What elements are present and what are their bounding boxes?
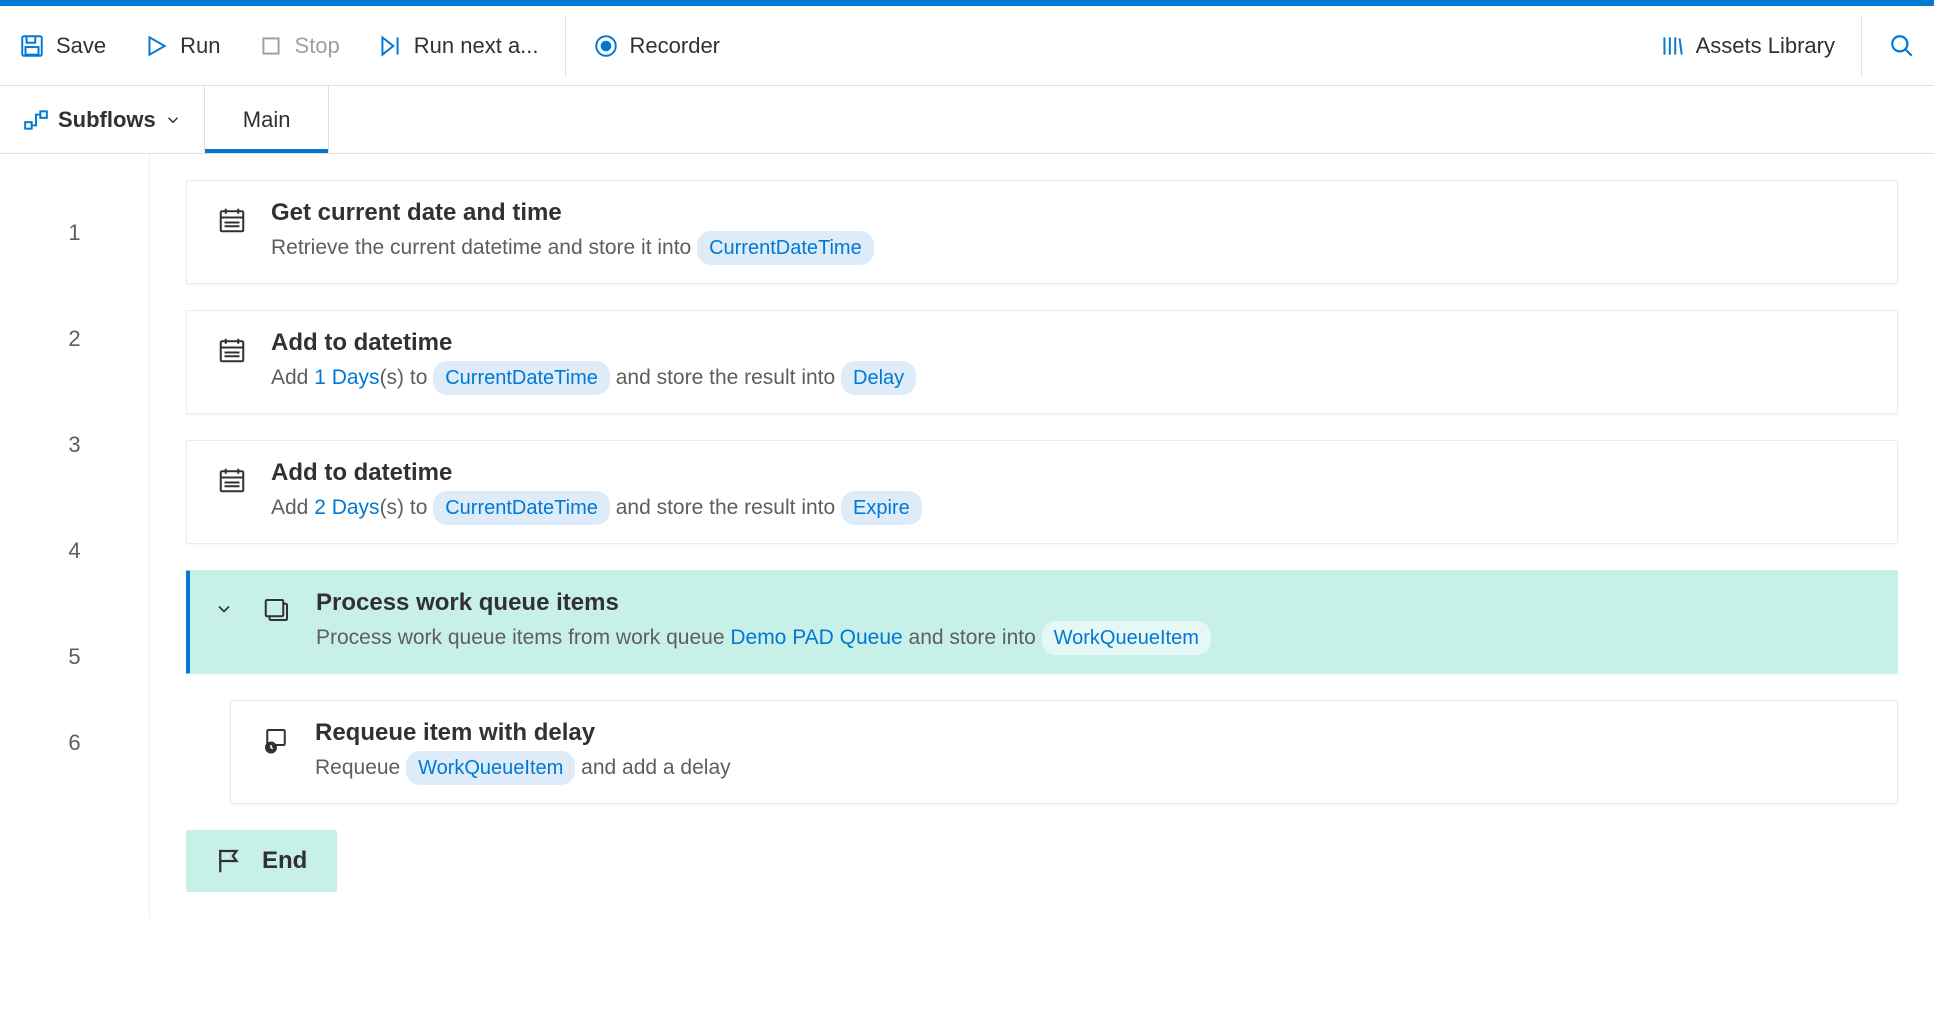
action-step[interactable]: Get current date and time Retrieve the c…: [186, 180, 1898, 284]
line-number: 1: [0, 180, 149, 286]
variable-pill: CurrentDateTime: [697, 231, 874, 265]
step-title: Add to datetime: [271, 329, 1869, 357]
run-button[interactable]: Run: [124, 6, 238, 85]
assets-library-button[interactable]: Assets Library: [1640, 6, 1853, 85]
step-description: Requeue WorkQueueItem and add a delay: [315, 751, 1869, 785]
step-description: Retrieve the current datetime and store …: [271, 231, 1869, 265]
play-icon: [142, 32, 170, 60]
save-button[interactable]: Save: [0, 6, 124, 85]
action-step[interactable]: Add to datetime Add 1 Days(s) to Current…: [186, 310, 1898, 414]
end-block[interactable]: End: [186, 830, 337, 892]
action-step[interactable]: Add to datetime Add 2 Days(s) to Current…: [186, 440, 1898, 544]
step-title: Get current date and time: [271, 199, 1869, 227]
collapse-chevron-icon[interactable]: [214, 599, 234, 619]
step-icon: [376, 32, 404, 60]
action-step[interactable]: Requeue item with delay Requeue WorkQueu…: [230, 700, 1898, 804]
step-description: Add 1 Days(s) to CurrentDateTime and sto…: [271, 361, 1869, 395]
tabs-row: Subflows Main: [0, 86, 1934, 154]
tab-main-label: Main: [243, 107, 291, 133]
action-step-selected[interactable]: Process work queue items Process work qu…: [186, 570, 1898, 674]
stop-label: Stop: [295, 33, 340, 59]
variable-pill: Delay: [841, 361, 916, 395]
line-number: 6: [0, 710, 149, 776]
calendar-icon: [215, 463, 249, 497]
record-icon: [592, 32, 620, 60]
step-title: Requeue item with delay: [315, 719, 1869, 747]
run-next-label: Run next a...: [414, 33, 539, 59]
variable-pill: WorkQueueItem: [1042, 621, 1211, 655]
toolbar-separator: [1861, 16, 1862, 76]
flow-canvas: Get current date and time Retrieve the c…: [150, 154, 1934, 918]
variable-pill: CurrentDateTime: [433, 361, 610, 395]
line-gutter: 1 2 3 4 5 6: [0, 154, 150, 918]
stop-button: Stop: [239, 6, 358, 85]
chevron-down-icon: [164, 106, 182, 134]
search-button[interactable]: [1870, 6, 1934, 85]
variable-pill: CurrentDateTime: [433, 491, 610, 525]
workspace: 1 2 3 4 5 6 Get current date and time Re…: [0, 154, 1934, 918]
save-icon: [18, 32, 46, 60]
line-number: 5: [0, 604, 149, 710]
run-next-button[interactable]: Run next a...: [358, 6, 557, 85]
variable-pill: WorkQueueItem: [406, 751, 575, 785]
calendar-icon: [215, 203, 249, 237]
main-toolbar: Save Run Stop Run next a... Recorde: [0, 6, 1934, 86]
line-number: 2: [0, 286, 149, 392]
requeue-icon: [259, 723, 293, 757]
end-label: End: [262, 847, 307, 875]
recorder-button[interactable]: Recorder: [574, 6, 738, 85]
queue-icon: [260, 593, 294, 627]
subflows-dropdown[interactable]: Subflows: [0, 86, 205, 153]
line-number: 4: [0, 498, 149, 604]
save-label: Save: [56, 33, 106, 59]
subflow-icon: [22, 106, 50, 134]
calendar-icon: [215, 333, 249, 367]
recorder-label: Recorder: [630, 33, 720, 59]
stop-icon: [257, 32, 285, 60]
tab-main[interactable]: Main: [205, 86, 330, 153]
toolbar-separator: [565, 16, 566, 76]
variable-pill: Expire: [841, 491, 922, 525]
step-title: Add to datetime: [271, 459, 1869, 487]
flag-icon: [212, 844, 246, 878]
step-description: Process work queue items from work queue…: [316, 621, 1869, 655]
run-label: Run: [180, 33, 220, 59]
subflows-label: Subflows: [58, 107, 156, 133]
assets-label: Assets Library: [1696, 33, 1835, 59]
library-icon: [1658, 32, 1686, 60]
step-title: Process work queue items: [316, 589, 1869, 617]
line-number: 3: [0, 392, 149, 498]
search-icon: [1888, 32, 1916, 60]
step-description: Add 2 Days(s) to CurrentDateTime and sto…: [271, 491, 1869, 525]
